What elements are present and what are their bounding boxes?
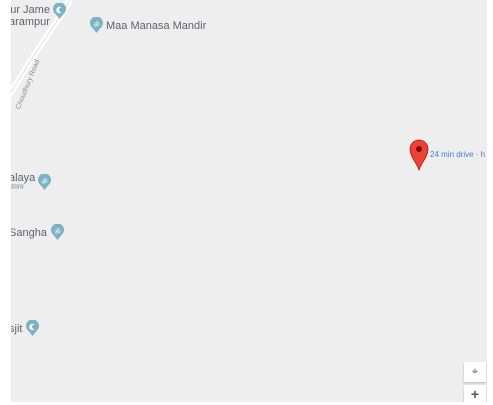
svg-text:ॐ: ॐ [54,228,61,236]
poi-label: sjit [11,322,23,335]
poi-masjid[interactable]: sjit [11,320,40,337]
poi-sublabel: arampur [11,16,50,28]
destination-marker-icon[interactable] [409,139,429,171]
poi-maa-manasa-mandir[interactable]: ॐ Maa Manasa Mandir [89,17,206,34]
marker-label: 24 min drive · h [430,150,486,159]
temple-poi-icon: ॐ [50,224,64,240]
poi-masjid-jame[interactable]: ur Jame arampur [11,2,67,28]
my-location-button[interactable]: ⌖ [464,362,486,382]
plus-icon: + [470,385,480,402]
mosque-poi-icon [26,320,40,336]
poi-label: Maa Manasa Mandir [106,19,207,32]
temple-poi-icon: ॐ [90,17,103,33]
map-canvas[interactable]: Choudhury Road ur Jame arampur ॐ Maa Man… [11,0,487,402]
poi-sangha[interactable]: Sangha ॐ [11,224,65,241]
poi-vidyalaya[interactable]: alaya यालय ॐ [11,172,52,192]
poi-sublabel: यालय [11,184,24,191]
poi-label: alaya [11,172,36,184]
zoom-in-button[interactable]: + [464,385,486,402]
crosshair-icon: ⌖ [471,365,479,378]
svg-text:ॐ: ॐ [42,178,49,186]
svg-text:ॐ: ॐ [93,21,100,29]
temple-poi-icon: ॐ [38,173,52,190]
poi-label: Sangha [11,226,47,239]
mosque-poi-icon [52,2,66,19]
poi-label: ur Jame [11,4,50,16]
road-layer [11,0,74,98]
